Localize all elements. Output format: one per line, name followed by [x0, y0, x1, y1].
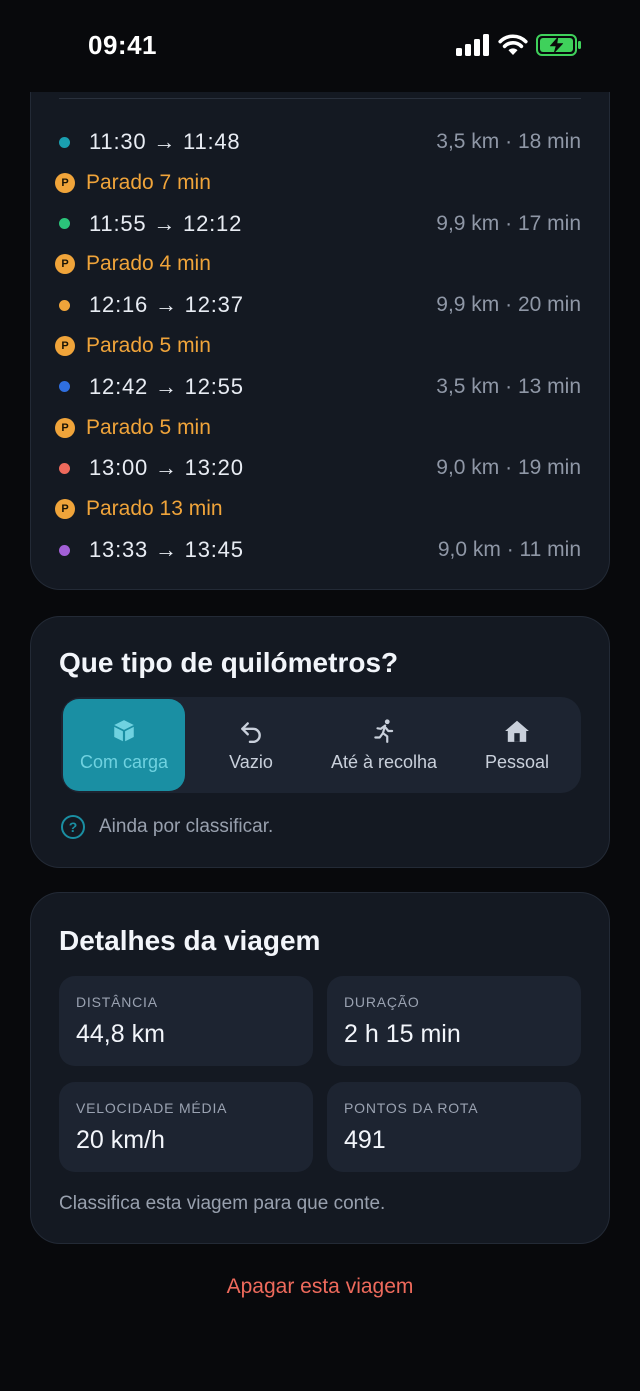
segment-color-dot: [59, 462, 70, 474]
stat-label: PONTOS DA ROTA: [344, 1100, 479, 1116]
box-icon: [114, 719, 134, 741]
trip-segment-row[interactable]: 11:55 → 12:12 9,9 km · 17 min: [55, 204, 581, 244]
classification-hint: ? Ainda por classificar.: [61, 815, 273, 839]
stat-label: DURAÇÃO: [344, 994, 420, 1010]
segment-distance-duration: 3,5 km · 13 min: [436, 374, 581, 398]
segment-time-range: 11:30 → 11:48: [89, 129, 241, 154]
parking-stop-icon: P: [55, 499, 75, 520]
km-type-card: Que tipo de quilómetros? Com carga Vazio: [30, 616, 610, 868]
segment-color-dot: [59, 381, 70, 393]
km-type-segmented-control: Com carga Vazio Até à recolha Pessoal: [61, 697, 581, 793]
trip-segment-row[interactable]: 12:16 → 12:37 9,9 km · 20 min: [55, 285, 581, 325]
status-bar: 09:41: [0, 0, 640, 92]
stat-label: VELOCIDADE MÉDIA: [76, 1100, 228, 1116]
stop-duration-text: Parado 4 min: [86, 252, 211, 276]
stat-value: 20 km/h: [76, 1126, 165, 1154]
trip-segment-row[interactable]: 13:33 → 13:45 9,0 km · 11 min: [55, 530, 581, 570]
parking-stop-icon: P: [55, 172, 75, 193]
signal-icon: [456, 34, 489, 56]
stat-route-points: PONTOS DA ROTA 491: [327, 1082, 581, 1172]
status-icons: [456, 34, 582, 56]
segment-distance-duration: 9,0 km · 19 min: [436, 456, 581, 480]
km-type-title: Que tipo de quilómetros?: [59, 647, 399, 678]
delete-trip-button[interactable]: Apagar esta viagem: [0, 1275, 640, 1299]
segment-time-range: 12:16 → 12:37: [89, 292, 244, 318]
segment-color-dot: [59, 544, 70, 556]
segment-distance-duration: 3,5 km · 18 min: [436, 130, 581, 153]
help-circle-icon: ?: [61, 815, 85, 839]
details-note: Classifica esta viagem para que conte.: [59, 1193, 386, 1214]
trip-segment-row[interactable]: 11:30 → 11:48 3,5 km · 18 min: [55, 122, 581, 162]
km-type-option-label: Vazio: [229, 751, 273, 772]
stop-duration-text: Parado 5 min: [86, 415, 211, 439]
segment-color-dot: [59, 136, 70, 148]
stop-row: P Parado 5 min: [55, 408, 581, 448]
running-person-icon: [374, 718, 394, 743]
km-type-option-ate-a-recolha[interactable]: Até à recolha: [317, 699, 451, 791]
stat-value: 2 h 15 min: [344, 1020, 461, 1048]
km-type-option-label: Com carga: [79, 751, 169, 772]
stop-duration-text: Parado 13 min: [86, 497, 223, 521]
segment-distance-duration: 9,9 km · 17 min: [436, 211, 581, 235]
segment-color-dot: [59, 218, 70, 230]
trip-details-card: Detalhes da viagem DISTÂNCIA 44,8 km DUR…: [30, 892, 610, 1244]
stop-row: P Parado 5 min: [55, 326, 581, 366]
trip-segment-row[interactable]: 13:00 → 13:20 9,0 km · 19 min: [55, 448, 581, 488]
trip-segment-row[interactable]: 12:42 → 12:55 3,5 km · 13 min: [55, 367, 581, 407]
stat-duration: DURAÇÃO 2 h 15 min: [327, 976, 581, 1066]
divider: [59, 98, 581, 99]
status-time: 09:41: [88, 30, 157, 60]
stat-label: DISTÂNCIA: [76, 994, 158, 1010]
segment-time-range: 13:33 → 13:45: [89, 537, 244, 562]
stat-average-speed: VELOCIDADE MÉDIA 20 km/h: [59, 1082, 313, 1172]
parking-stop-icon: P: [55, 254, 75, 275]
stop-row: P Parado 13 min: [55, 489, 581, 529]
stat-value: 491: [344, 1126, 386, 1154]
home-icon: [505, 720, 529, 742]
segment-distance-duration: 9,0 km · 11 min: [437, 538, 581, 561]
km-type-option-vazio[interactable]: Vazio: [191, 699, 311, 791]
stop-duration-text: Parado 7 min: [86, 170, 211, 194]
segment-color-dot: [59, 299, 70, 311]
wifi-icon: [498, 34, 528, 55]
km-type-option-label: Até à recolha: [330, 751, 438, 772]
stat-value: 44,8 km: [76, 1020, 165, 1048]
classification-hint-text: Ainda por classificar.: [99, 816, 274, 837]
km-type-option-label: Pessoal: [484, 751, 550, 772]
segment-distance-duration: 9,9 km · 20 min: [436, 293, 581, 317]
stat-distance: DISTÂNCIA 44,8 km: [59, 976, 313, 1066]
segment-time-range: 13:00 → 13:20: [89, 455, 244, 481]
trip-segments-card: 11:30 → 11:48 3,5 km · 18 min P Parado 7 mi…: [30, 92, 610, 590]
details-title: Detalhes da viagem: [59, 925, 321, 956]
segment-time-range: 11:55 → 12:12: [89, 210, 243, 236]
stop-row: P Parado 4 min: [55, 244, 581, 284]
stop-row: P Parado 7 min: [55, 163, 581, 203]
battery-charging-icon: [536, 34, 581, 56]
stop-duration-text: Parado 5 min: [86, 334, 211, 357]
km-type-option-pessoal[interactable]: Pessoal: [455, 699, 579, 791]
segment-time-range: 12:42 → 12:55: [89, 373, 244, 399]
km-type-option-com-carga[interactable]: Com carga: [63, 699, 185, 791]
parking-stop-icon: P: [55, 417, 75, 438]
return-arrow-icon: [241, 721, 261, 743]
parking-stop-icon: P: [55, 336, 75, 356]
